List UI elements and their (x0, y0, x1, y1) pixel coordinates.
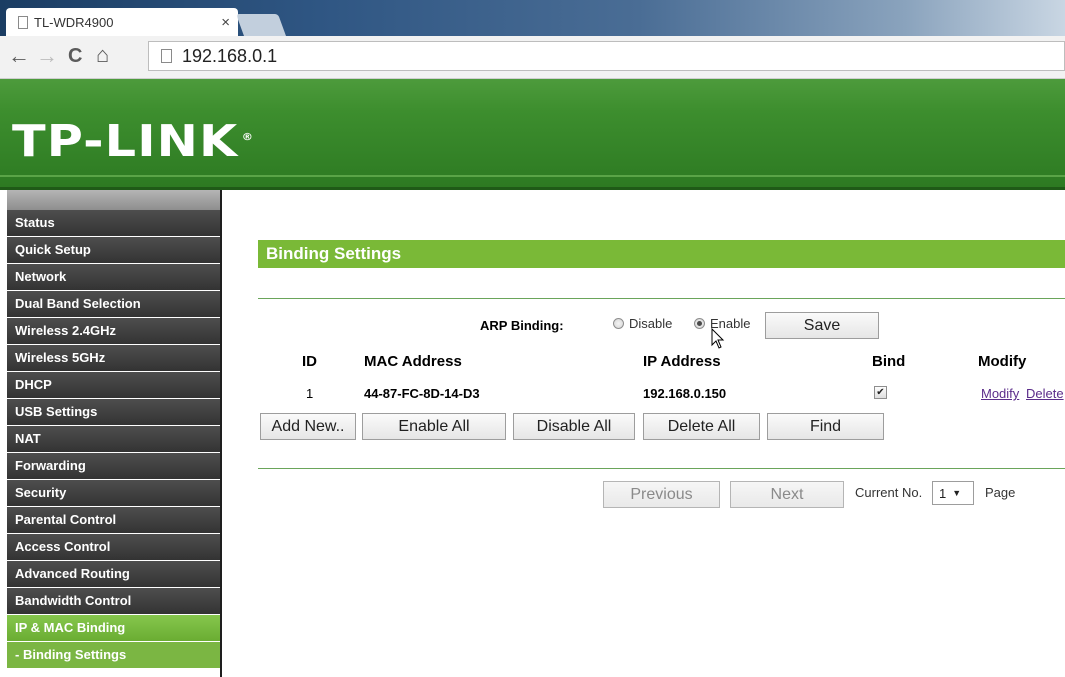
registered-mark: ® (241, 132, 255, 144)
forward-icon[interactable]: → (36, 44, 58, 68)
row-mac: 44-87-FC-8D-14-D3 (364, 386, 480, 401)
sidebar-item-wireless-2-4ghz[interactable]: Wireless 2.4GHz (7, 318, 220, 345)
sidebar-item-advanced-routing[interactable]: Advanced Routing (7, 561, 220, 588)
sidebar-item-forwarding[interactable]: Forwarding (7, 453, 220, 480)
home-icon[interactable]: ⌂ (96, 43, 109, 67)
bind-checkbox[interactable]: ✔ (874, 386, 887, 399)
radio-button-checked[interactable] (694, 318, 705, 329)
row-id: 1 (306, 386, 314, 401)
back-icon[interactable]: ← (8, 44, 30, 68)
sidebar-menu: Status Quick Setup Network Dual Band Sel… (7, 190, 222, 677)
sidebar-item-usb-settings[interactable]: USB Settings (7, 399, 220, 426)
page-icon (161, 49, 172, 63)
logo-text: TP-LINK (12, 116, 239, 167)
add-new-button[interactable]: Add New.. (260, 413, 356, 440)
dropdown-arrow-icon: ▼ (952, 488, 962, 498)
divider (258, 298, 1065, 299)
new-tab-button[interactable] (235, 14, 287, 36)
page-title: Binding Settings (258, 240, 1065, 268)
column-header-id: ID (302, 353, 317, 370)
main-content: Binding Settings ARP Binding: Disable En… (222, 190, 1065, 677)
page-select[interactable]: 1 ▼ (932, 481, 974, 505)
sidebar-item-nat[interactable]: NAT (7, 426, 220, 453)
sidebar-item-status[interactable]: Status (7, 210, 220, 237)
sidebar-item-wireless-5ghz[interactable]: Wireless 5GHz (7, 345, 220, 372)
sidebar-item-bandwidth-control[interactable]: Bandwidth Control (7, 588, 220, 615)
column-header-bind: Bind (872, 353, 906, 370)
close-tab-icon[interactable]: × (221, 14, 230, 31)
sidebar-item-quick-setup[interactable]: Quick Setup (7, 237, 220, 264)
address-bar[interactable]: 192.168.0.1 (148, 41, 1065, 71)
sidebar-subitem-binding-settings[interactable]: - Binding Settings (7, 642, 220, 669)
sidebar-item-ip-mac-binding[interactable]: IP & MAC Binding (7, 615, 220, 642)
find-button[interactable]: Find (767, 413, 884, 440)
sidebar-item-parental-control[interactable]: Parental Control (7, 507, 220, 534)
page-select-value: 1 (939, 485, 947, 501)
enable-all-button[interactable]: Enable All (362, 413, 506, 440)
arp-binding-label: ARP Binding: (480, 318, 564, 333)
save-button[interactable]: Save (765, 312, 879, 339)
header-divider (0, 175, 1065, 177)
sidebar-item-access-control[interactable]: Access Control (7, 534, 220, 561)
column-header-mac: MAC Address (364, 353, 462, 370)
sidebar-item-security[interactable]: Security (7, 480, 220, 507)
current-no-label: Current No. (855, 485, 923, 500)
arp-disable-radio[interactable]: Disable (613, 316, 672, 331)
column-header-ip: IP Address (643, 353, 721, 370)
reload-icon[interactable]: C (68, 44, 82, 68)
sidebar-top-bar (7, 190, 220, 210)
modify-link[interactable]: Modify (981, 386, 1019, 401)
column-header-modify: Modify (978, 353, 1027, 370)
mouse-cursor-icon (711, 328, 725, 349)
sidebar-item-network[interactable]: Network (7, 264, 220, 291)
browser-tab-bar: TL-WDR4900 × (0, 0, 1065, 36)
previous-button[interactable]: Previous (603, 481, 720, 508)
tp-link-logo: TP-LINK ® (12, 116, 254, 167)
address-url: 192.168.0.1 (182, 45, 278, 66)
page-label: Page (985, 485, 1016, 500)
page-icon (18, 15, 28, 29)
browser-tab[interactable]: TL-WDR4900 × (6, 8, 238, 36)
tab-title: TL-WDR4900 (34, 14, 114, 30)
delete-all-button[interactable]: Delete All (643, 413, 760, 440)
disable-all-button[interactable]: Disable All (513, 413, 635, 440)
next-button[interactable]: Next (730, 481, 844, 508)
sidebar-item-dual-band-selection[interactable]: Dual Band Selection (7, 291, 220, 318)
disable-label: Disable (629, 316, 673, 331)
divider (258, 468, 1065, 469)
radio-button[interactable] (613, 318, 624, 329)
sidebar-item-dhcp[interactable]: DHCP (7, 372, 220, 399)
browser-nav-bar: ← → C ⌂ 192.168.0.1 (0, 36, 1065, 79)
row-ip: 192.168.0.150 (643, 386, 727, 401)
router-header: TP-LINK ® (0, 79, 1065, 190)
delete-link[interactable]: Delete (1026, 386, 1064, 401)
